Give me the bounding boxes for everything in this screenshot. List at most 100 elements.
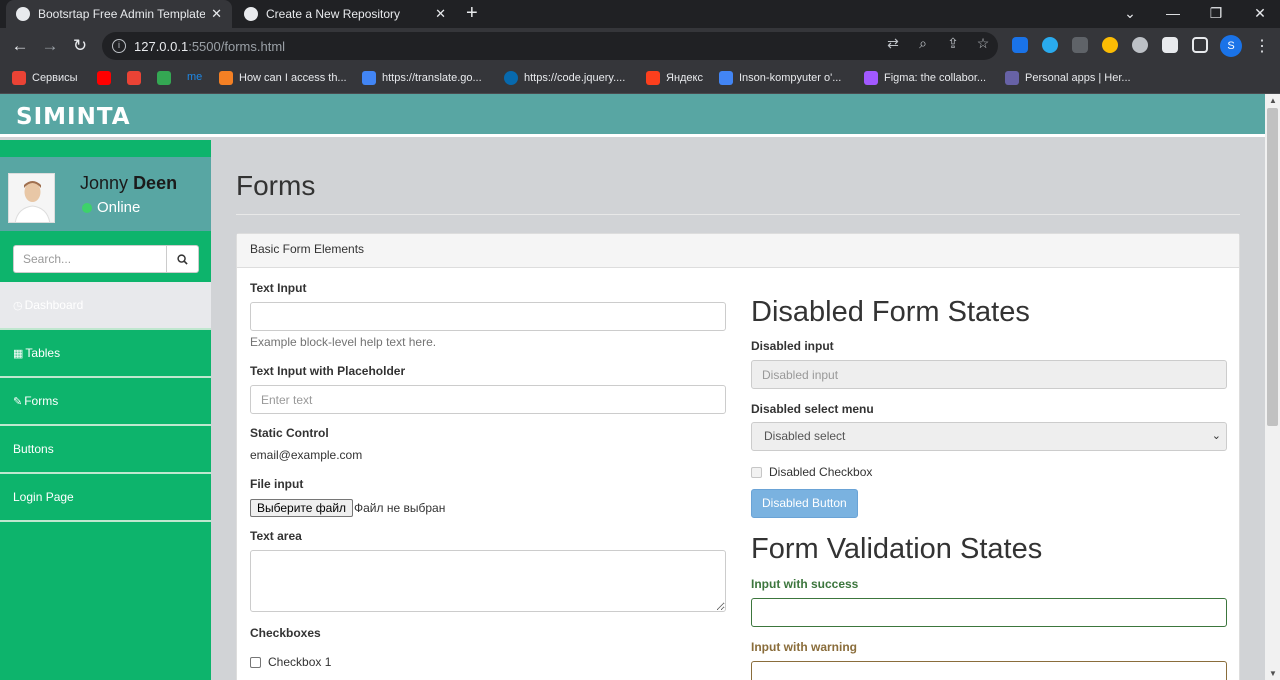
bookmark-translate[interactable]: https://translate.go... (362, 71, 482, 85)
panel-heading: Basic Form Elements (237, 234, 1239, 268)
new-tab-button[interactable]: + (466, 2, 478, 25)
choose-file-button[interactable]: Выберите файл (250, 499, 354, 517)
bookmark-services[interactable]: Сервисы (12, 71, 78, 85)
reload-button[interactable]: ↻ (70, 36, 90, 56)
scroll-up-icon[interactable]: ▲ (1269, 96, 1277, 105)
bookmark-jquery[interactable]: https://code.jquery.... (504, 71, 625, 85)
puzzle-icon[interactable] (1162, 37, 1178, 53)
avatar (8, 173, 55, 223)
translate-extension-icon[interactable] (1012, 37, 1028, 53)
tab-admin-template[interactable]: Bootsrtap Free Admin Template - ✕ (6, 0, 232, 28)
github-icon (244, 7, 258, 21)
close-window-button[interactable]: ✕ (1240, 0, 1280, 28)
page-title: Forms (236, 170, 316, 201)
url-host: 127.0.0.1 (134, 38, 189, 54)
bookmark-yandex[interactable]: Яндекс (646, 71, 703, 85)
bookmark-youtube[interactable] (97, 71, 117, 85)
sidebar-item-dashboard[interactable]: ◷ Dashboard (0, 282, 211, 330)
close-icon[interactable]: ✕ (435, 6, 446, 22)
search-button[interactable] (166, 245, 199, 273)
checkboxes-label: Checkboxes (250, 626, 321, 640)
address-bar[interactable]: i 127.0.0.1 :5500/forms.html (102, 32, 998, 60)
validation-states-heading: Form Validation States (751, 533, 1043, 565)
disabled-button: Disabled Button (751, 489, 858, 518)
sidebar-item-buttons[interactable]: Buttons (0, 426, 211, 474)
sidepanel-icon[interactable] (1192, 37, 1208, 53)
stackoverflow-icon (219, 71, 233, 85)
minimize-button[interactable]: — (1153, 0, 1193, 28)
tab-title: Create a New Repository (266, 7, 401, 21)
bookmark-maps[interactable] (157, 71, 177, 85)
scroll-down-icon[interactable]: ▼ (1269, 669, 1277, 678)
search-input[interactable] (13, 245, 166, 273)
apps-icon (12, 71, 26, 85)
docs-icon (719, 71, 733, 85)
translate-icon[interactable]: ⇄ (884, 34, 902, 52)
placeholder-input-label: Text Input with Placeholder (250, 364, 406, 378)
file-input-label: File input (250, 477, 304, 491)
browser-toolbar: ← → ↻ i 127.0.0.1 :5500/forms.html ⇄ ⌕ ⇪… (0, 28, 1280, 64)
user-status: Online (82, 199, 140, 216)
profile-avatar[interactable]: S (1220, 35, 1242, 57)
scrollbar-thumb[interactable] (1267, 108, 1278, 426)
disabled-input-label: Disabled input (751, 339, 834, 353)
disabled-select-label: Disabled select menu (751, 402, 874, 416)
placeholder-input[interactable] (250, 385, 726, 414)
sidebar-item-tables[interactable]: ▦ Tables (0, 330, 211, 378)
github-icon (16, 7, 30, 21)
jquery-icon (504, 71, 518, 85)
heroku-icon (1005, 71, 1019, 85)
tab-create-repository[interactable]: Create a New Repository ✕ (234, 0, 456, 28)
textarea-label: Text area (250, 529, 302, 543)
forward-button[interactable]: → (40, 36, 60, 56)
star-icon[interactable]: ☆ (974, 34, 992, 52)
extension-badge-icon[interactable] (1132, 37, 1148, 53)
zoom-icon[interactable]: ⌕ (914, 34, 932, 52)
brand-logo[interactable]: SIMINTA (16, 104, 131, 130)
warning-input[interactable] (751, 661, 1227, 680)
bookmark-figma[interactable]: Figma: the collabor... (864, 71, 986, 85)
disabled-select: Disabled select ⌄ (751, 422, 1227, 451)
bookmark-gmail[interactable] (127, 71, 147, 85)
checkbox-1[interactable]: Checkbox 1 (250, 655, 331, 669)
static-control-label: Static Control (250, 426, 329, 440)
chevron-down-icon: ⌄ (1211, 430, 1221, 442)
rocket-icon[interactable] (1072, 37, 1088, 53)
bookmark-docs[interactable]: Inson-kompyuter o'... (719, 71, 841, 85)
sidebar: Jonny Deen Online ◷ Dashboard ▦ (0, 140, 211, 680)
page-scrollbar[interactable]: ▲ ▼ (1265, 94, 1280, 680)
user-name: Jonny Deen (80, 173, 178, 193)
search-icon (177, 253, 188, 265)
color-dots-icon[interactable] (1102, 37, 1118, 53)
help-text: Example block-level help text here. (250, 335, 437, 349)
maximize-button[interactable]: ❐ (1196, 0, 1236, 28)
bookmarks-bar: Сервисы me How can I access th... https:… (0, 64, 1280, 94)
textarea[interactable] (250, 550, 726, 612)
tab-search-icon[interactable]: ⌄ (1110, 0, 1150, 28)
sidebar-item-login[interactable]: Login Page (0, 474, 211, 522)
text-input-label: Text Input (250, 281, 307, 295)
bookmark-me[interactable]: me (187, 71, 202, 83)
success-input[interactable] (751, 598, 1227, 627)
bookmark-stackoverflow[interactable]: How can I access th... (219, 71, 347, 85)
maps-icon (157, 71, 171, 85)
menu-icon[interactable]: ⋮ (1254, 36, 1270, 56)
file-status: Файл не выбран (354, 501, 446, 515)
online-dot-icon (82, 202, 92, 213)
telegram-icon[interactable] (1042, 37, 1058, 53)
success-input-label: Input with success (751, 577, 859, 591)
close-icon[interactable]: ✕ (211, 6, 222, 22)
figma-icon (864, 71, 878, 85)
edit-icon: ✎ (13, 395, 23, 408)
table-icon: ▦ (13, 347, 24, 360)
text-input[interactable] (250, 302, 726, 331)
sidebar-item-forms[interactable]: ✎ Forms (0, 378, 211, 426)
checkbox-box[interactable] (250, 656, 261, 668)
bookmark-heroku[interactable]: Personal apps | Her... (1005, 71, 1131, 85)
static-control-value: email@example.com (250, 448, 363, 462)
back-button[interactable]: ← (10, 36, 30, 56)
info-icon[interactable]: i (112, 39, 126, 53)
share-icon[interactable]: ⇪ (944, 34, 962, 52)
yandex-icon (646, 71, 660, 85)
gmail-icon (127, 71, 141, 85)
